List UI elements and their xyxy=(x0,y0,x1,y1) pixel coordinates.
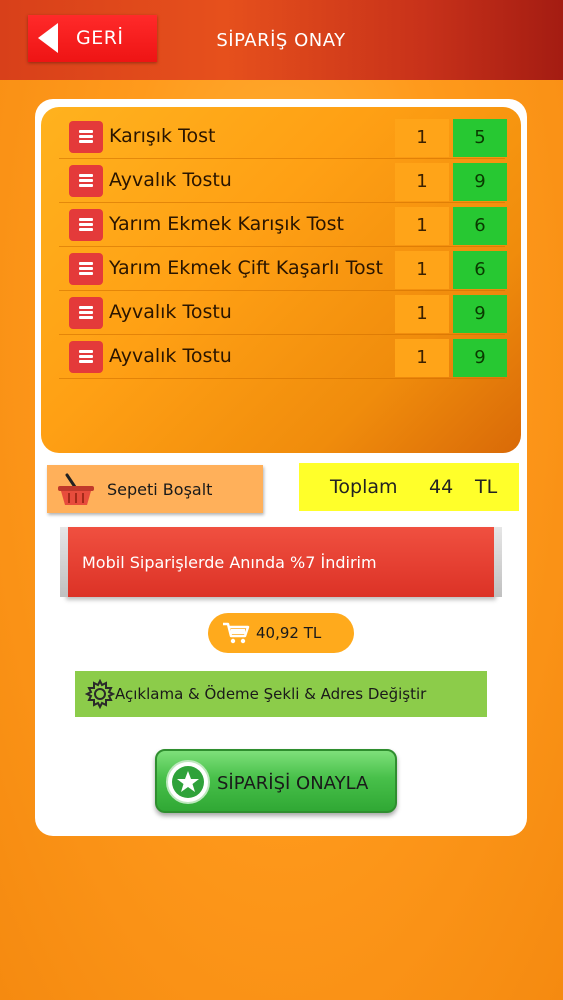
order-row: Karışık Tost 1 5 xyxy=(59,115,507,159)
order-item-quantity: 1 xyxy=(395,163,449,201)
menu-icon[interactable] xyxy=(69,165,103,197)
order-item-price: 6 xyxy=(453,207,507,245)
discounted-total-pill: 40,92 TL xyxy=(208,613,354,653)
total-currency: TL xyxy=(475,476,498,498)
order-row: Ayvalık Tostu 1 9 xyxy=(59,159,507,203)
order-item-price: 9 xyxy=(453,339,507,377)
order-item-quantity: 1 xyxy=(395,339,449,377)
menu-icon[interactable] xyxy=(69,209,103,241)
order-summary-card: Karışık Tost 1 5 Ayvalık Tostu 1 9 Yarım… xyxy=(35,99,527,836)
order-row: Yarım Ekmek Karışık Tost 1 6 xyxy=(59,203,507,247)
order-item-name: Ayvalık Tostu xyxy=(109,169,232,191)
gear-icon xyxy=(85,679,115,709)
order-item-quantity: 1 xyxy=(395,207,449,245)
clear-basket-button[interactable]: Sepeti Boşalt xyxy=(47,465,263,513)
details-button-label: Açıklama & Ödeme Şekli & Adres Değiştir xyxy=(115,685,427,703)
discount-banner: Mobil Siparişlerde Anında %7 İndirim xyxy=(60,527,502,597)
page-title: SİPARİŞ ONAY xyxy=(216,30,346,51)
confirm-order-button[interactable]: SİPARİŞİ ONAYLA xyxy=(155,749,397,813)
back-arrow-icon xyxy=(38,23,58,53)
star-icon xyxy=(166,760,210,804)
order-item-name: Ayvalık Tostu xyxy=(109,301,232,323)
cart-icon xyxy=(223,622,250,644)
order-row: Ayvalık Tostu 1 9 xyxy=(59,335,507,379)
total-box: Toplam 44 TL xyxy=(299,463,519,511)
order-item-quantity: 1 xyxy=(395,295,449,333)
order-row: Yarım Ekmek Çift Kaşarlı Tost 1 6 xyxy=(59,247,507,291)
order-row: Ayvalık Tostu 1 9 xyxy=(59,291,507,335)
order-item-price: 6 xyxy=(453,251,507,289)
order-item-name: Yarım Ekmek Çift Kaşarlı Tost xyxy=(109,257,383,279)
order-item-quantity: 1 xyxy=(395,251,449,289)
total-label: Toplam xyxy=(330,476,398,498)
menu-icon[interactable] xyxy=(69,297,103,329)
order-item-price: 9 xyxy=(453,163,507,201)
details-payment-address-button[interactable]: Açıklama & Ödeme Şekli & Adres Değiştir xyxy=(75,671,487,717)
confirm-button-label: SİPARİŞİ ONAYLA xyxy=(217,773,369,794)
discount-text: Mobil Siparişlerde Anında %7 İndirim xyxy=(82,553,377,572)
order-item-quantity: 1 xyxy=(395,119,449,157)
total-value: 44 xyxy=(429,476,454,498)
order-item-name: Yarım Ekmek Karışık Tost xyxy=(109,213,344,235)
order-item-name: Ayvalık Tostu xyxy=(109,345,232,367)
menu-icon[interactable] xyxy=(69,341,103,373)
order-item-name: Karışık Tost xyxy=(109,125,216,147)
basket-icon xyxy=(58,473,94,505)
back-button-label: GERİ xyxy=(76,27,124,49)
order-list: Karışık Tost 1 5 Ayvalık Tostu 1 9 Yarım… xyxy=(41,107,521,453)
clear-basket-label: Sepeti Boşalt xyxy=(107,480,213,499)
order-item-price: 9 xyxy=(453,295,507,333)
order-item-price: 5 xyxy=(453,119,507,157)
menu-icon[interactable] xyxy=(69,253,103,285)
menu-icon[interactable] xyxy=(69,121,103,153)
top-bar: GERİ SİPARİŞ ONAY xyxy=(0,0,563,80)
discounted-total-value: 40,92 TL xyxy=(256,624,322,642)
back-button[interactable]: GERİ xyxy=(28,15,157,62)
